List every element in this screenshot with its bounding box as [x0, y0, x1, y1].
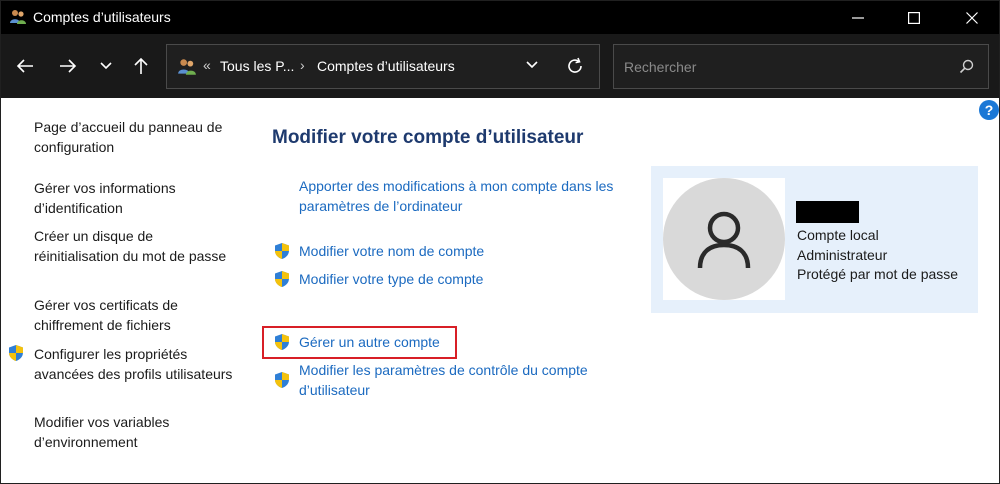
breadcrumb-item-all-panels[interactable]: Tous les P...: [220, 58, 294, 74]
close-button[interactable]: [949, 1, 995, 34]
forward-button[interactable]: [56, 54, 80, 78]
sidebar-item-advanced-profile-properties[interactable]: Configurer les propriétés avancées des p…: [34, 344, 234, 384]
control-panel-window: Comptes d’utilisateurs « Tous les P... ›…: [0, 0, 1000, 484]
account-type: Compte local: [797, 227, 879, 243]
minimize-icon: [852, 16, 864, 19]
uac-shield-icon: [275, 334, 289, 350]
address-bar[interactable]: « Tous les P... › Comptes d’utilisateurs: [166, 44, 600, 89]
up-button[interactable]: [129, 54, 153, 78]
arrow-up-icon: [134, 57, 148, 74]
sidebar-item-environment-variables[interactable]: Modifier vos variables d’environnement: [34, 412, 234, 452]
refresh-icon[interactable]: [565, 56, 585, 76]
maximize-icon: [908, 11, 920, 24]
chevron-down-icon: [100, 62, 112, 70]
redacted-username: [796, 201, 859, 223]
search-icon[interactable]: [958, 58, 976, 76]
account-role: Administrateur: [797, 247, 888, 263]
breadcrumb-overflow[interactable]: «: [203, 57, 211, 73]
navigation-bar: « Tous les P... › Comptes d’utilisateurs…: [1, 34, 999, 98]
minimize-button[interactable]: [835, 1, 881, 34]
help-button[interactable]: ?: [979, 100, 999, 120]
close-icon: [966, 11, 978, 24]
account-protection: Protégé par mot de passe: [797, 266, 959, 282]
recent-locations-button[interactable]: [94, 54, 118, 78]
users-icon: [10, 10, 26, 24]
arrow-right-icon: [60, 59, 77, 73]
sidebar-item-control-panel-home[interactable]: Page d’accueil du panneau de configurati…: [34, 117, 234, 157]
breadcrumb-separator[interactable]: ›: [300, 57, 305, 73]
user-icon: [697, 211, 751, 269]
link-manage-another-account[interactable]: Gérer un autre compte: [299, 332, 440, 352]
chevron-down-icon[interactable]: [525, 60, 539, 70]
window-title: Comptes d’utilisateurs: [33, 9, 171, 25]
maximize-button[interactable]: [891, 1, 937, 34]
avatar: [663, 178, 785, 300]
search-placeholder: Rechercher: [624, 59, 697, 75]
sidebar-item-password-reset-disk[interactable]: Créer un disque de réinitialisation du m…: [34, 226, 234, 266]
link-uac-settings[interactable]: Modifier les paramètres de contrôle du c…: [299, 360, 629, 400]
breadcrumb-item-user-accounts[interactable]: Comptes d’utilisateurs: [317, 58, 455, 74]
title-bar: Comptes d’utilisateurs: [1, 1, 999, 34]
uac-shield-icon: [275, 243, 289, 259]
uac-shield-icon: [275, 271, 289, 287]
link-change-account-type[interactable]: Modifier votre type de compte: [299, 269, 483, 289]
page-title: Modifier votre compte d’utilisateur: [272, 127, 584, 148]
users-icon: [178, 59, 196, 75]
sidebar-item-encryption-certificates[interactable]: Gérer vos certificats de chiffrement de …: [34, 295, 234, 335]
sidebar-item-credentials[interactable]: Gérer vos informations d’identification: [34, 178, 234, 218]
uac-shield-icon: [275, 372, 289, 388]
link-change-account-name[interactable]: Modifier votre nom de compte: [299, 241, 484, 261]
uac-shield-icon: [9, 345, 23, 361]
back-button[interactable]: [13, 54, 37, 78]
arrow-left-icon: [16, 59, 33, 73]
link-pc-settings-account[interactable]: Apporter des modifications à mon compte …: [299, 176, 629, 216]
search-input[interactable]: Rechercher: [613, 44, 989, 89]
